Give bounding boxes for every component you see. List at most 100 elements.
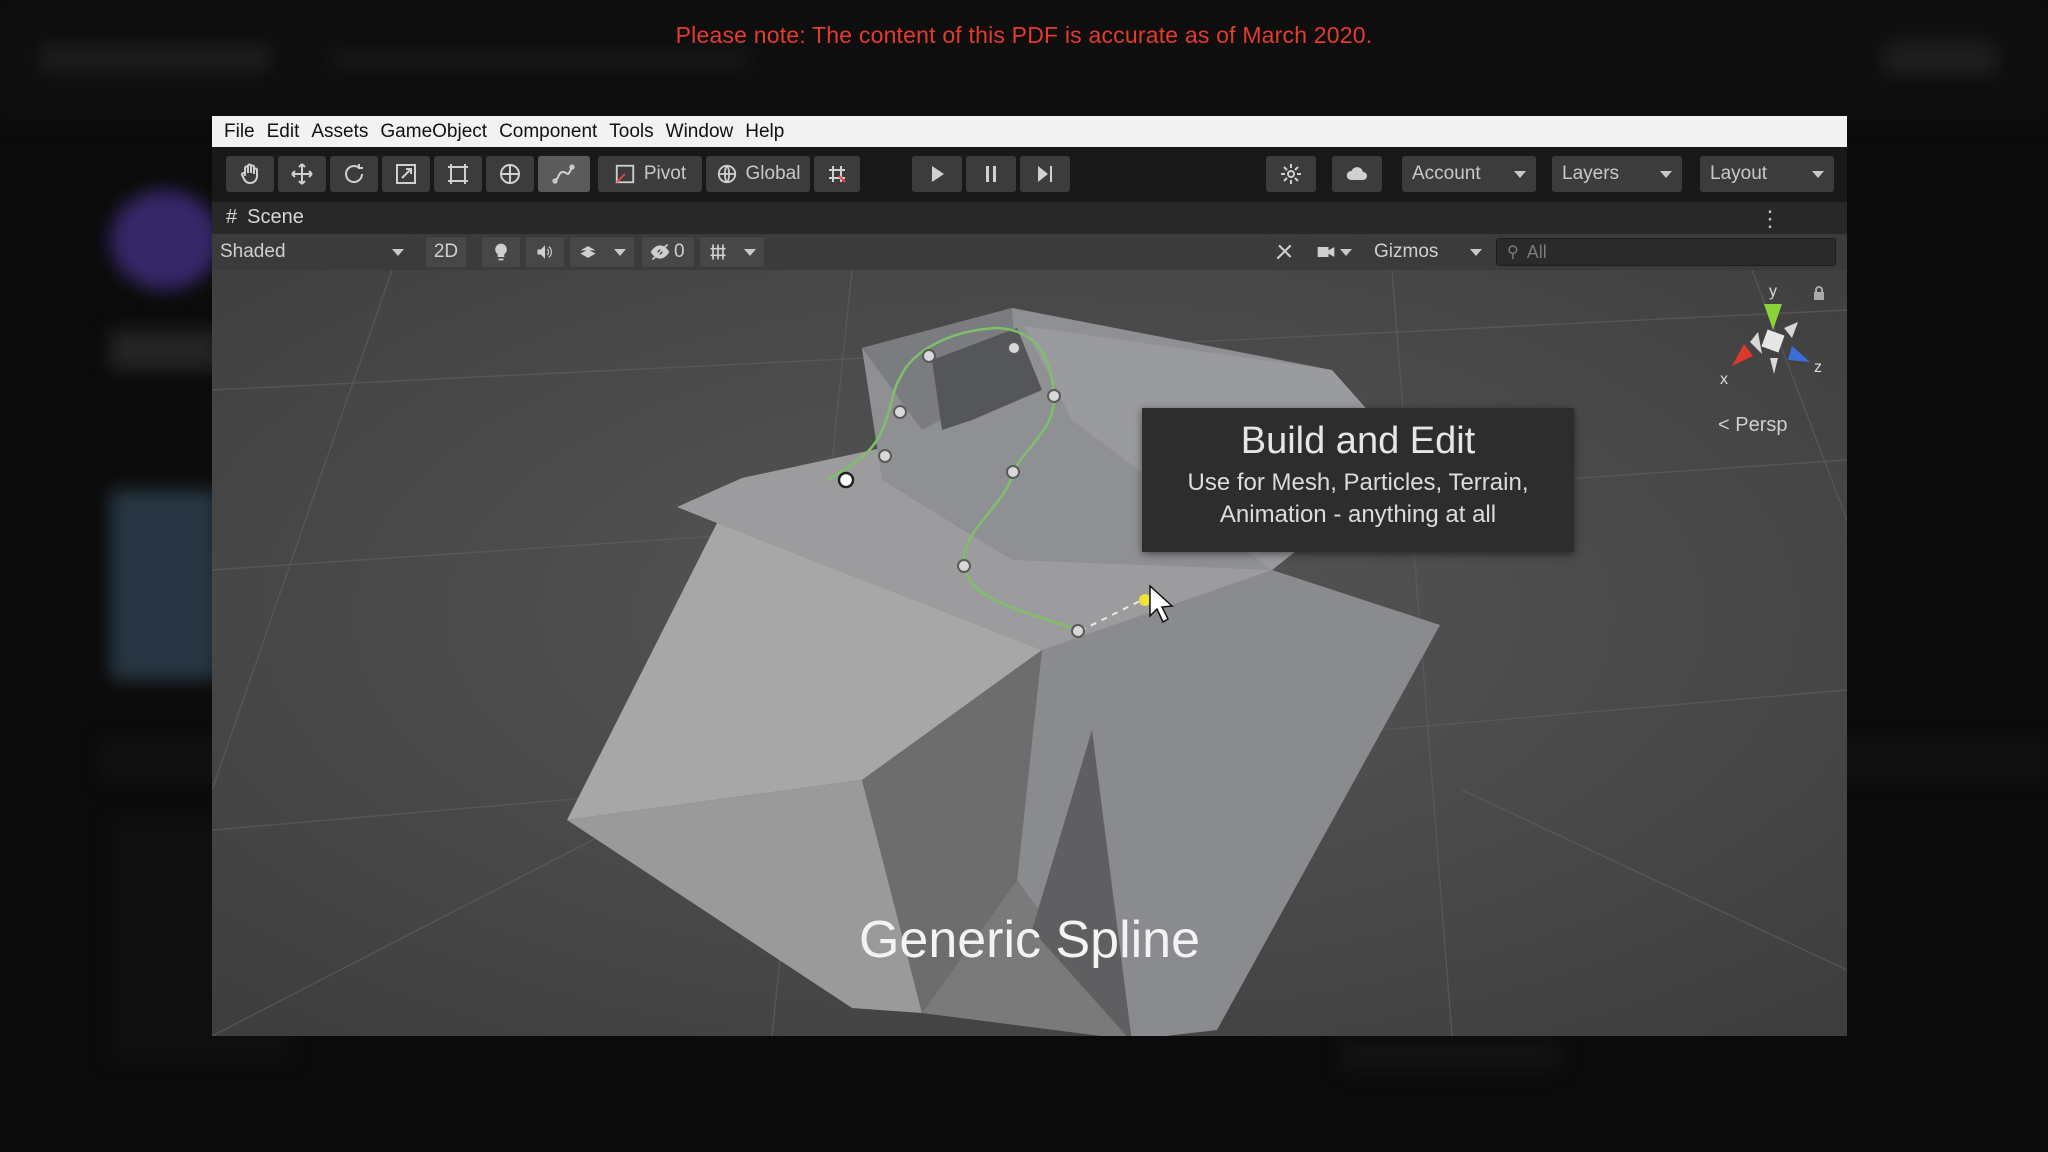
move-tool-button[interactable] — [278, 156, 326, 192]
pivot-icon — [615, 164, 635, 184]
grid-snapping-button[interactable] — [814, 156, 860, 192]
pause-button[interactable] — [966, 156, 1016, 192]
chevron-down-icon — [614, 248, 626, 256]
background-avatar — [110, 190, 220, 290]
globe-icon — [717, 164, 736, 184]
chevron-left-icon: < — [1718, 414, 1730, 436]
rotate-icon — [345, 164, 364, 183]
axis-z-cone[interactable] — [1788, 346, 1810, 362]
more-options-icon[interactable]: ⋮ — [1759, 206, 1781, 232]
layout-dropdown[interactable]: Layout — [1700, 156, 1834, 192]
gizmo-center-cube[interactable] — [1761, 329, 1785, 353]
draw-mode-dropdown[interactable]: Shaded — [212, 237, 412, 267]
menu-help[interactable]: Help — [739, 121, 790, 143]
menu-window[interactable]: Window — [660, 121, 740, 143]
scene-tools-button[interactable] — [1266, 237, 1302, 267]
axis-neg-cone[interactable] — [1750, 332, 1762, 354]
projection-toggle[interactable]: < Persp — [1718, 414, 1788, 437]
menu-component[interactable]: Component — [493, 121, 603, 143]
speaker-icon — [537, 245, 552, 259]
video-caption: Generic Spline — [858, 911, 1201, 969]
tooltip-line-2: Animation - anything at all — [1219, 501, 1497, 528]
gizmos-dropdown[interactable]: Gizmos — [1366, 237, 1490, 267]
layers-dropdown[interactable]: Layers — [1552, 156, 1682, 192]
cloud-icon — [1346, 167, 1367, 180]
scene-search-input[interactable]: ⚲ All — [1496, 238, 1836, 266]
menu-file[interactable]: File — [218, 121, 261, 143]
step-icon — [1038, 166, 1052, 182]
scale-tool-button[interactable] — [382, 156, 430, 192]
grid-dropdown[interactable] — [700, 237, 764, 267]
pause-icon — [986, 166, 996, 182]
scene-viewport[interactable]: Build and Edit Use for Mesh, Particles, … — [212, 270, 1847, 1036]
lock-icon[interactable] — [1812, 286, 1826, 300]
chevron-down-icon — [392, 248, 404, 256]
layout-label: Layout — [1710, 163, 1768, 184]
account-dropdown[interactable]: Account — [1402, 156, 1536, 192]
pivot-toggle[interactable]: Pivot — [598, 156, 702, 192]
eye-hidden-icon — [650, 243, 670, 261]
background-footer-link — [1340, 1040, 1560, 1070]
transform-tool-button[interactable] — [486, 156, 534, 192]
search-placeholder: All — [1526, 241, 1547, 262]
cloud-button[interactable] — [1332, 156, 1382, 192]
menu-tools[interactable]: Tools — [603, 121, 659, 143]
camera-dropdown[interactable] — [1308, 237, 1360, 267]
rect-tool-button[interactable] — [434, 156, 482, 192]
axis-neg-cone[interactable] — [1770, 358, 1778, 374]
menu-gameobject[interactable]: GameObject — [374, 121, 493, 143]
menu-edit[interactable]: Edit — [261, 121, 306, 143]
2d-mode-label: 2D — [433, 241, 459, 262]
background-thumbnail — [110, 490, 220, 680]
pivot-label: Pivot — [643, 163, 687, 184]
tab-scene[interactable]: # Scene — [226, 206, 304, 229]
scene-tab-label: Scene — [247, 206, 304, 228]
custom-editor-tool-button[interactable] — [538, 156, 590, 192]
chevron-down-icon — [1812, 170, 1824, 178]
background-nav — [330, 50, 750, 68]
play-icon — [932, 166, 944, 182]
gizmos-label: Gizmos — [1374, 241, 1439, 262]
play-button[interactable] — [912, 156, 962, 192]
chevron-down-icon — [1470, 248, 1482, 256]
tooltip-title: Build and Edit — [1240, 420, 1476, 462]
layers-label: Layers — [1562, 163, 1620, 184]
move-icon — [291, 163, 313, 185]
2d-mode-toggle[interactable]: 2D — [426, 237, 466, 267]
audio-toggle[interactable] — [526, 237, 564, 267]
axis-y-cone[interactable] — [1764, 304, 1782, 330]
hidden-count: 0 — [674, 241, 685, 262]
hand-tool-button[interactable] — [226, 156, 274, 192]
step-button[interactable] — [1020, 156, 1070, 192]
rect-icon — [448, 164, 468, 184]
spline-start-point[interactable] — [837, 471, 855, 489]
axis-neg-cone[interactable] — [1784, 322, 1798, 338]
draw-mode-label: Shaded — [220, 241, 286, 262]
hand-icon — [240, 163, 258, 185]
search-icon: ⚲ — [1507, 244, 1519, 261]
services-icon — [1281, 164, 1301, 184]
tools-icon — [1276, 244, 1292, 260]
account-label: Account — [1412, 163, 1481, 184]
feature-tooltip: Build and Edit Use for Mesh, Particles, … — [1142, 408, 1574, 552]
chevron-down-icon — [1660, 170, 1672, 178]
axis-y-label: y — [1769, 283, 1777, 300]
chevron-down-icon — [1340, 248, 1352, 256]
menu-assets[interactable]: Assets — [305, 121, 374, 143]
background-header — [0, 0, 2048, 120]
lighting-toggle[interactable] — [482, 237, 520, 267]
collab-services-button[interactable] — [1266, 156, 1316, 192]
pdf-notice: Please note: The content of this PDF is … — [675, 22, 1373, 48]
transform-icon — [500, 164, 520, 184]
effects-dropdown[interactable] — [570, 237, 634, 267]
main-toolbar: Pivot Global Account Layers Layout — [212, 147, 1847, 202]
new-point-handle[interactable] — [1139, 594, 1151, 606]
grid-hash-icon: # — [226, 206, 238, 228]
rotate-tool-button[interactable] — [330, 156, 378, 192]
lightbulb-icon — [495, 243, 507, 261]
hidden-objects-toggle[interactable]: 0 — [642, 237, 694, 267]
global-toggle[interactable]: Global — [706, 156, 810, 192]
chevron-down-icon — [1514, 170, 1526, 178]
axis-z-label: z — [1814, 359, 1822, 376]
axis-x-cone[interactable] — [1732, 344, 1753, 366]
